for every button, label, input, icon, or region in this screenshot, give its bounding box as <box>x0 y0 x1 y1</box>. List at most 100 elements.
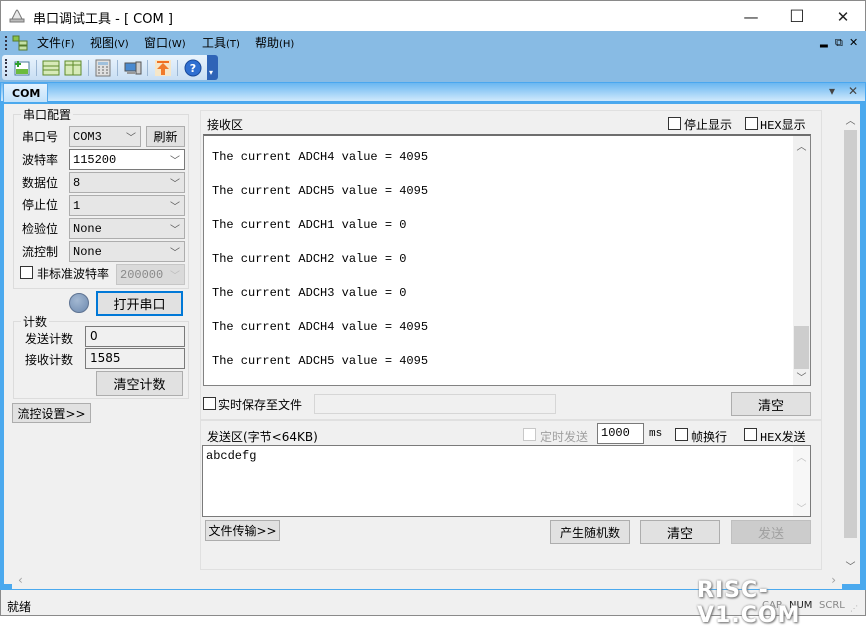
menu-window[interactable]: 窗口(W) <box>144 34 186 51</box>
hex-display-checkbox[interactable] <box>745 117 758 130</box>
maximize-icon: ☐ <box>789 6 805 27</box>
file-transfer-button[interactable]: 文件传输>> <box>205 520 280 541</box>
counter-label: 计数 <box>21 313 50 330</box>
receive-scrollbar[interactable]: ︿ ﹀ <box>793 136 810 385</box>
maximize-button[interactable]: ☐ <box>774 1 820 32</box>
hex-send-label: HEX发送 <box>760 431 806 445</box>
receive-clear-button[interactable]: 清空 <box>731 392 811 416</box>
tab-list-button[interactable]: ▾ <box>829 84 835 98</box>
toolbar-overflow-button[interactable]: ▾ <box>207 55 218 80</box>
scroll-thumb[interactable] <box>844 130 857 538</box>
menu-bar <box>0 31 866 54</box>
status-text: 就绪 <box>7 600 32 614</box>
send-textarea[interactable]: abcdefg ︿ ﹀ <box>202 445 811 517</box>
mdi-close-button[interactable]: ✕ <box>849 36 858 49</box>
baud-label: 波特率 <box>22 153 59 167</box>
serial-config-label: 串口配置 <box>21 106 74 123</box>
baud-select[interactable]: 115200 ﹀ <box>69 149 185 170</box>
window-title: 串口调试工具 - [ COM ] <box>33 12 173 27</box>
receive-line: The current ADCH2 value = 0 <box>212 252 407 266</box>
interval-input[interactable]: 1000 <box>597 423 644 444</box>
dropdown-arrow-icon: ▾ <box>829 84 836 98</box>
scroll-up-icon[interactable]: ︿ <box>793 449 810 464</box>
stop-bits-select[interactable]: 1 ﹀ <box>69 195 185 216</box>
flow-control-select[interactable]: None ﹀ <box>69 241 185 262</box>
receive-line: The current ADCH5 value = 4095 <box>212 184 429 198</box>
chevron-down-icon: ﹀ <box>126 133 136 144</box>
hex-display-label: HEX显示 <box>760 119 806 133</box>
scroll-down-icon[interactable]: ﹀ <box>793 500 810 515</box>
toolbar-separator <box>177 60 178 76</box>
tab-close-button[interactable]: ✕ <box>848 84 858 98</box>
send-text: abcdefg <box>206 449 257 463</box>
port-select[interactable]: COM3 ﹀ <box>69 126 141 147</box>
menu-help[interactable]: 帮助(H) <box>255 34 294 51</box>
newline-checkbox[interactable] <box>675 428 688 441</box>
custom-baud-checkbox[interactable] <box>20 266 33 279</box>
parity-select[interactable]: None ﹀ <box>69 218 185 239</box>
recv-count-label: 接收计数 <box>25 353 74 367</box>
send-clear-button[interactable]: 清空 <box>640 520 720 544</box>
scroll-down-icon[interactable]: ﹀ <box>842 558 859 573</box>
chevron-down-icon: ﹀ <box>170 248 180 259</box>
minimize-icon: — <box>743 7 759 26</box>
flow-settings-button[interactable]: 流控设置>> <box>12 403 91 423</box>
mdi-app-icon[interactable] <box>12 35 28 51</box>
menu-grip[interactable] <box>5 36 8 50</box>
toolbar-grip[interactable] <box>5 59 8 76</box>
scroll-up-icon[interactable]: ︿ <box>842 112 859 127</box>
toolbar-separator <box>117 60 118 76</box>
vertical-split-icon[interactable] <box>64 59 82 77</box>
newline-label: 帧换行 <box>691 430 728 444</box>
scroll-down-icon[interactable]: ﹀ <box>793 369 810 384</box>
calculator-icon[interactable] <box>94 59 112 77</box>
recv-count-field: 1585 <box>85 348 185 369</box>
toolbar-separator <box>36 60 37 76</box>
chevron-down-icon: ﹀ <box>170 225 180 236</box>
new-window-icon[interactable] <box>13 59 31 77</box>
stop-bits-label: 停止位 <box>22 198 59 212</box>
computer-icon[interactable] <box>124 59 142 77</box>
close-icon: ✕ <box>836 7 850 26</box>
scroll-thumb[interactable] <box>794 326 809 369</box>
menu-view[interactable]: 视图(V) <box>90 34 129 51</box>
svg-text:?: ? <box>190 62 196 75</box>
horizontal-split-icon[interactable] <box>42 59 60 77</box>
chevron-down-icon: ﹀ <box>170 156 180 167</box>
mdi-close-icon: ✕ <box>849 36 859 49</box>
scroll-left-icon[interactable]: ‹ <box>18 573 23 587</box>
menu-tools[interactable]: 工具(T) <box>202 34 240 51</box>
parity-label: 检验位 <box>22 222 59 236</box>
hex-send-checkbox[interactable] <box>744 428 757 441</box>
mdi-minimize-button[interactable]: ▂ <box>820 37 828 48</box>
help-icon[interactable]: ? <box>184 59 202 77</box>
scroll-up-icon[interactable]: ︿ <box>793 138 810 153</box>
data-bits-select[interactable]: 8 ﹀ <box>69 172 185 193</box>
interval-unit: ms <box>649 428 663 440</box>
custom-baud-select: 200000 ﹀ <box>116 264 185 285</box>
open-port-button[interactable]: 打开串口 <box>96 291 183 316</box>
send-button: 发送 <box>731 520 811 544</box>
overflow-chevron-icon: ▾ <box>209 68 214 77</box>
mdi-restore-button[interactable]: ⧉ <box>835 36 843 50</box>
refresh-button[interactable]: 刷新 <box>146 126 185 147</box>
window-vscrollbar[interactable]: ︿ ﹀ <box>843 106 858 574</box>
upload-icon[interactable] <box>154 59 172 77</box>
save-to-file-checkbox[interactable] <box>203 397 216 410</box>
random-number-button[interactable]: 产生随机数 <box>550 520 630 544</box>
minimize-button[interactable]: — <box>728 1 774 32</box>
menu-file[interactable]: 文件(F) <box>37 34 75 51</box>
chevron-down-icon: ﹀ <box>170 202 180 213</box>
tab-strip <box>0 82 866 102</box>
receive-line: The current ADCH5 value = 4095 <box>212 354 429 368</box>
custom-baud-label: 非标准波特率 <box>37 267 110 281</box>
app-bell-icon <box>9 9 25 23</box>
tab-com[interactable]: COM <box>3 83 48 102</box>
close-button[interactable]: ✕ <box>820 1 866 32</box>
send-scrollbar[interactable]: ︿ ﹀ <box>793 446 810 516</box>
port-label: 串口号 <box>22 130 59 144</box>
stop-display-checkbox[interactable] <box>668 117 681 130</box>
title-bar: 串口调试工具 - [ COM ] — ☐ ✕ <box>0 0 866 31</box>
save-path-field[interactable] <box>314 394 556 414</box>
clear-count-button[interactable]: 清空计数 <box>96 371 183 396</box>
